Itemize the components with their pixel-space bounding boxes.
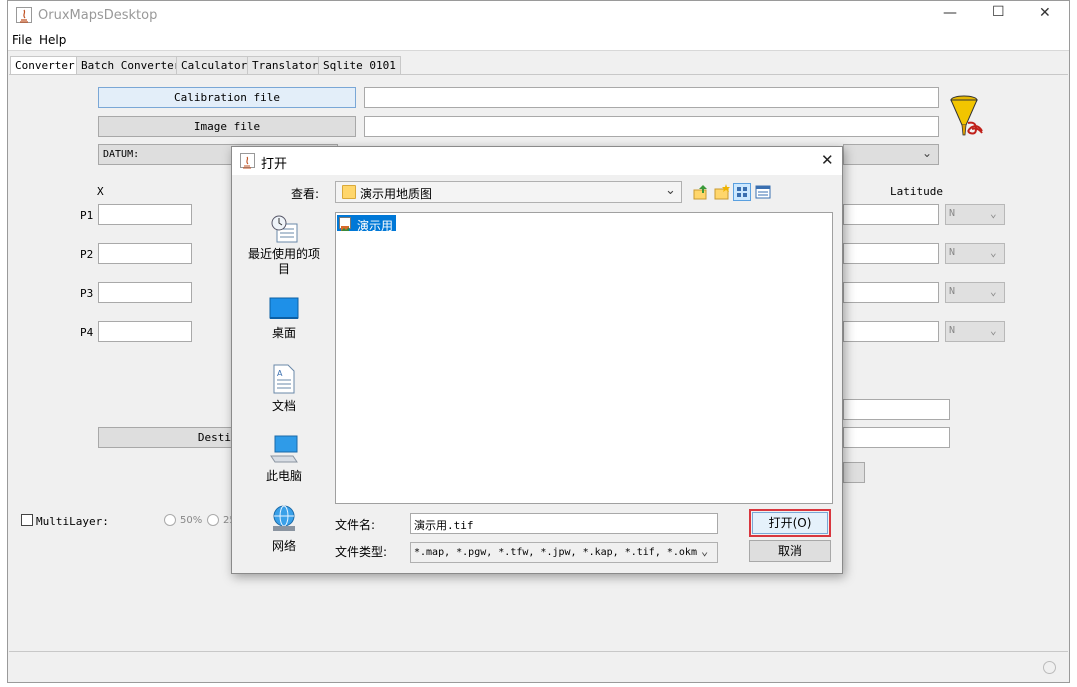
places-desktop-label: 桌面 <box>271 326 296 340</box>
lookin-select[interactable]: 演示用地质图 ⌄ <box>335 181 682 203</box>
tab-translator[interactable]: Translator <box>247 56 324 74</box>
chevron-down-icon: ⌄ <box>990 324 997 337</box>
tab-batch-converter[interactable]: Batch Converter <box>76 56 186 74</box>
list-view-icon[interactable] <box>733 183 751 201</box>
multilayer-label: MultiLayer: <box>36 515 109 528</box>
p1-x-field[interactable] <box>98 204 192 225</box>
places-network-label: 网络 <box>271 539 296 553</box>
x-column-label: X <box>97 185 104 198</box>
p2-x-field[interactable] <box>98 243 192 264</box>
new-folder-icon[interactable] <box>714 184 730 200</box>
menu-file[interactable]: File <box>12 33 32 47</box>
chevron-down-icon: ⌄ <box>990 207 997 220</box>
datum-label: DATUM: <box>103 149 140 160</box>
calibration-file-field[interactable] <box>364 87 939 108</box>
multilayer-checkbox[interactable] <box>21 514 33 526</box>
funnel-logo-icon <box>948 95 992 141</box>
menu-bar: File Help <box>8 31 1069 51</box>
filename-label: 文件名: <box>335 518 376 532</box>
places-documents-label: 文档 <box>271 399 296 413</box>
p3-label: P3 <box>80 287 94 300</box>
radio-50[interactable] <box>164 514 176 526</box>
chevron-down-icon: ⌄ <box>990 285 997 298</box>
filetype-label: 文件类型: <box>335 545 388 559</box>
p4-lat-field[interactable] <box>843 321 939 342</box>
places-documents[interactable]: A 文档 <box>243 364 325 416</box>
chevron-down-icon: ⌄ <box>922 146 933 160</box>
chevron-down-icon: ⌄ <box>665 183 676 198</box>
p3-x-field[interactable] <box>98 282 192 303</box>
filetype-select[interactable]: *.map, *.pgw, *.tfw, *.jpw, *.kap, *.tif… <box>410 542 718 563</box>
image-file-button[interactable]: Image file <box>98 116 356 137</box>
lookin-label: 查看: <box>291 187 320 201</box>
open-button[interactable]: 打开(O) <box>752 512 828 534</box>
places-this-pc-label: 此电脑 <box>265 469 302 483</box>
folder-icon <box>342 185 356 199</box>
desktop-icon <box>269 297 299 321</box>
p2-hemisphere-select[interactable]: N ⌄ <box>945 243 1005 264</box>
title-bar: OruxMapsDesktop — ☐ ✕ <box>8 1 1069 31</box>
tab-sqlite[interactable]: Sqlite 0101 <box>318 56 401 74</box>
places-recent-label: 最近使用的项目 <box>247 247 320 276</box>
destination-button[interactable]: Desti <box>98 427 238 448</box>
computer-icon <box>269 434 299 464</box>
java-icon <box>240 153 255 169</box>
svg-text:A: A <box>277 369 283 378</box>
output-field-1[interactable] <box>843 399 950 420</box>
open-dialog-title-bar: 打开 ✕ <box>232 147 842 175</box>
dialog-title: 打开 <box>261 157 288 172</box>
file-list[interactable]: 演示用 <box>335 212 833 504</box>
places-network[interactable]: 网络 <box>243 504 325 556</box>
latitude-column-label: Latitude <box>890 185 943 198</box>
p3-lat-field[interactable] <box>843 282 939 303</box>
file-name: 演示用 <box>357 219 394 233</box>
cancel-button[interactable]: 取消 <box>749 540 831 562</box>
recent-items-icon <box>269 214 299 244</box>
details-view-icon[interactable] <box>755 184 771 200</box>
image-file-field[interactable] <box>364 116 939 137</box>
places-this-pc[interactable]: 此电脑 <box>243 434 325 486</box>
tab-calculator[interactable]: Calculator <box>176 56 253 74</box>
p4-label: P4 <box>80 326 94 339</box>
network-globe-icon <box>269 504 299 534</box>
app-icon <box>16 7 32 23</box>
tab-converter[interactable]: Converter <box>10 56 80 75</box>
p3-hemisphere-select[interactable]: N ⌄ <box>945 282 1005 303</box>
list-item[interactable]: 演示用 <box>337 215 397 233</box>
status-bar <box>9 651 1068 682</box>
close-button[interactable]: ✕ <box>1039 5 1051 21</box>
documents-icon: A <box>272 364 296 394</box>
p2-label: P2 <box>80 248 94 261</box>
output-field-2[interactable] <box>843 427 950 448</box>
places-desktop[interactable]: 桌面 <box>243 297 325 347</box>
up-folder-icon[interactable] <box>693 184 709 200</box>
radio-25[interactable] <box>207 514 219 526</box>
p2-lat-field[interactable] <box>843 243 939 264</box>
p1-hemisphere-select[interactable]: N ⌄ <box>945 204 1005 225</box>
chevron-down-icon: ⌄ <box>701 544 709 558</box>
p4-hemisphere-select[interactable]: N ⌄ <box>945 321 1005 342</box>
action-button[interactable] <box>843 462 865 483</box>
tif-file-icon <box>339 217 351 231</box>
dialog-close-button[interactable]: ✕ <box>821 151 834 169</box>
window-title: OruxMapsDesktop <box>38 8 158 23</box>
filename-input[interactable]: 演示用.tif <box>410 513 718 534</box>
radio-50-label: 50% <box>180 515 203 526</box>
p4-x-field[interactable] <box>98 321 192 342</box>
calibration-file-button[interactable]: Calibration file <box>98 87 356 108</box>
chevron-down-icon: ⌄ <box>990 246 997 259</box>
menu-help[interactable]: Help <box>39 33 66 47</box>
places-recent[interactable]: 最近使用的项目 <box>243 214 325 284</box>
busy-indicator-icon <box>1043 661 1056 674</box>
maximize-button[interactable]: ☐ <box>992 4 1005 20</box>
p1-label: P1 <box>80 209 94 222</box>
minimize-button[interactable]: — <box>943 5 957 21</box>
lookin-value: 演示用地质图 <box>360 187 433 201</box>
datum-dropdown-right[interactable]: ⌄ <box>843 144 939 165</box>
p1-lat-field[interactable] <box>843 204 939 225</box>
